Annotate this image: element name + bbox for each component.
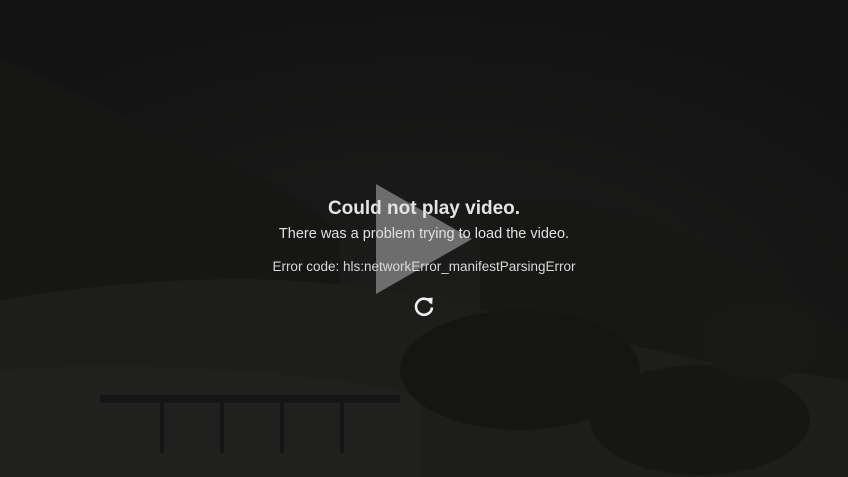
error-overlay: Could not play video. There was a proble… — [0, 196, 848, 324]
error-message: There was a problem trying to load the v… — [278, 226, 570, 242]
video-player[interactable]: Could not play video. There was a proble… — [0, 0, 848, 477]
refresh-icon[interactable] — [412, 295, 436, 319]
error-code: Error code: hls:networkError_manifestPar… — [272, 259, 576, 274]
error-title: Could not play video. — [327, 198, 521, 219]
